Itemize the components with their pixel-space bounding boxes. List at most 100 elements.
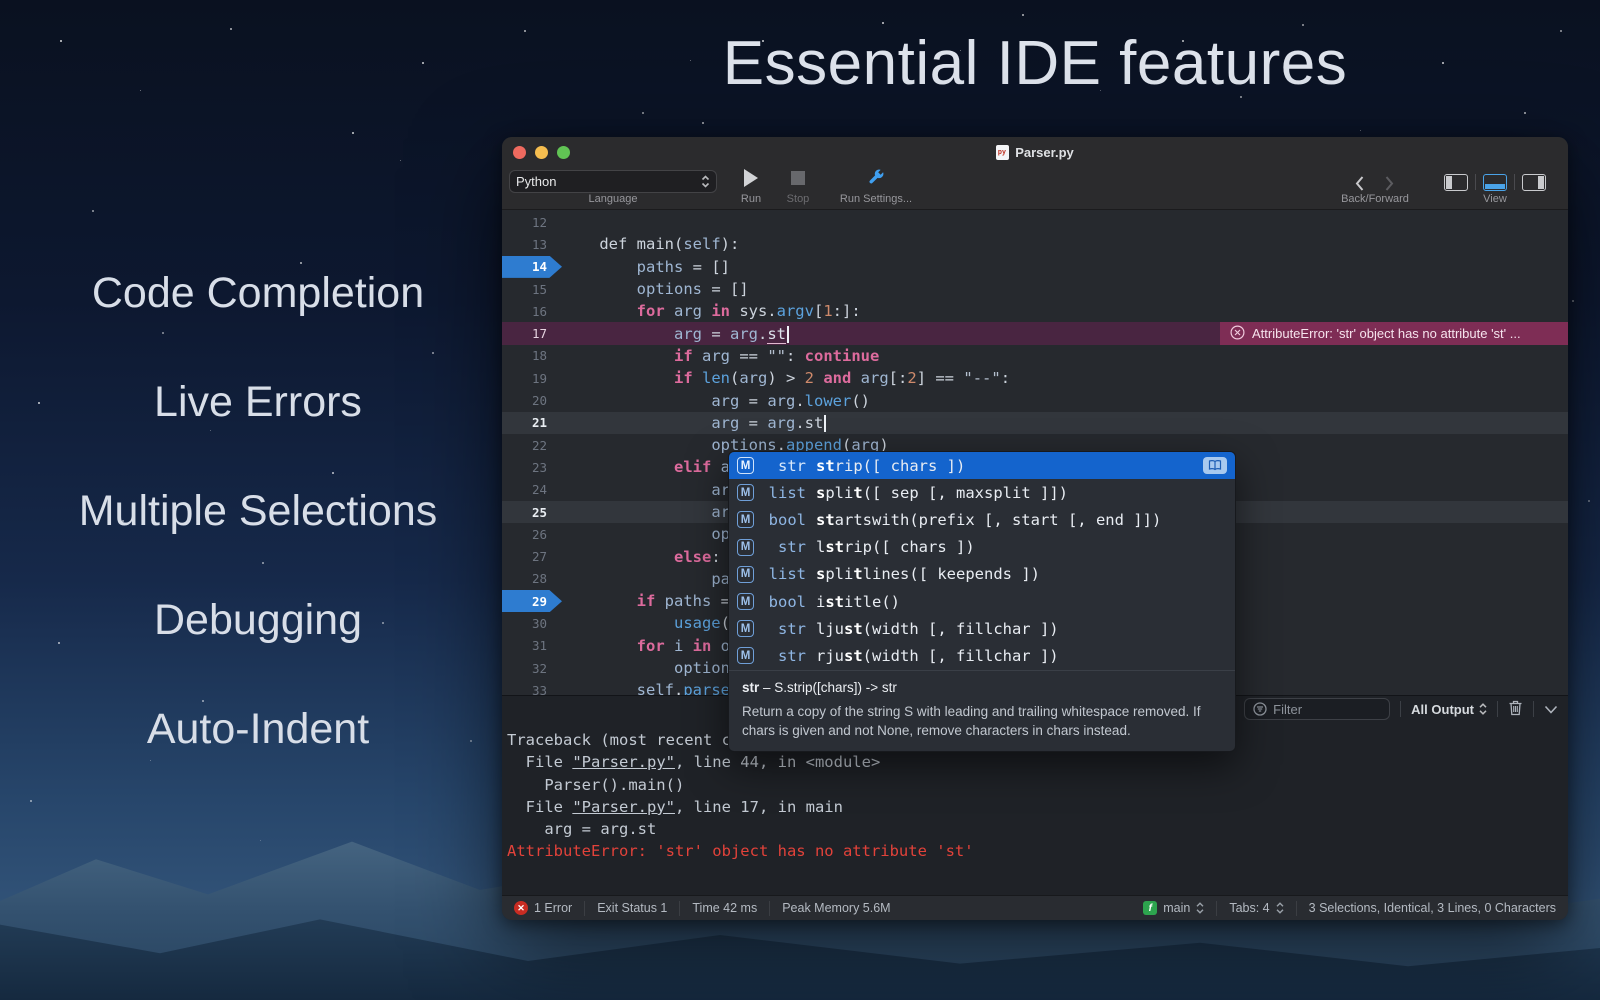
return-type: str	[760, 457, 806, 475]
line-number[interactable]: 23	[502, 456, 562, 478]
autocomplete-item[interactable]: Mstrlstrip([ chars ])	[729, 534, 1235, 561]
line-number[interactable]: 31	[502, 635, 562, 657]
branch-icon: f	[1143, 901, 1157, 915]
trash-icon	[1508, 700, 1523, 716]
console-filter-input[interactable]: Filter	[1244, 698, 1390, 720]
method-signature: istitle()	[816, 593, 900, 611]
line-number[interactable]: 24	[502, 479, 562, 501]
view-right-panel-button[interactable]	[1515, 174, 1553, 191]
code-text: self.parse()	[562, 681, 749, 695]
chevron-right-icon	[1384, 175, 1395, 192]
git-branch-select[interactable]: f main	[1131, 896, 1216, 920]
view-left-panel-button[interactable]	[1437, 174, 1475, 191]
language-select[interactable]: Python	[509, 170, 717, 193]
error-annotation[interactable]: AttributeError: 'str' object has no attr…	[1220, 322, 1568, 344]
method-signature: strip([ chars ])	[816, 457, 965, 475]
code-line[interactable]: 12	[502, 211, 1568, 233]
stop-button[interactable]	[778, 169, 818, 188]
tabs-setting-select[interactable]: Tabs: 4	[1217, 896, 1295, 920]
text-cursor	[824, 415, 826, 432]
documentation-book-icon[interactable]	[1203, 457, 1227, 474]
autocomplete-item[interactable]: Mstr strip([ chars ])	[729, 452, 1235, 479]
output-filter-select[interactable]: All Output	[1411, 702, 1487, 717]
feature-item: Code Completion	[92, 272, 424, 315]
autocomplete-popup: Mstr strip([ chars ]) Mlistsplit([ sep [, …	[728, 451, 1236, 752]
left-panel-icon	[1444, 174, 1468, 191]
line-number[interactable]: 19	[502, 367, 562, 389]
stars-decoration-dim	[0, 0, 1, 1]
collapse-console-button[interactable]	[1544, 702, 1558, 717]
status-right-items: f main Tabs: 4 3 Selections, Identical, …	[1131, 896, 1568, 920]
autocomplete-item[interactable]: Mstrrjust(width [, fillchar ])	[729, 642, 1235, 669]
language-label: Language	[509, 193, 717, 205]
line-number[interactable]: 16	[502, 300, 562, 322]
status-left-items: Exit Status 1Time 42 msPeak Memory 5.6M	[585, 896, 902, 920]
code-text: else:	[562, 548, 721, 566]
line-number[interactable]: 12	[502, 211, 562, 233]
code-line[interactable]: 15 options = []	[502, 278, 1568, 300]
line-number[interactable]: 26	[502, 523, 562, 545]
code-line[interactable]: 21 arg = arg.st	[502, 412, 1568, 434]
code-line[interactable]: 14 paths = []	[502, 256, 1568, 278]
autocomplete-item[interactable]: Mstr ljust(width [, fillchar ])	[729, 615, 1235, 642]
line-number[interactable]: 17	[502, 322, 562, 344]
return-type: str	[760, 620, 806, 638]
line-number[interactable]: 32	[502, 657, 562, 679]
autocomplete-item[interactable]: Mboolistitle()	[729, 588, 1235, 615]
line-number[interactable]: 28	[502, 568, 562, 590]
play-icon	[744, 169, 758, 187]
feature-item: Auto-Indent	[147, 708, 369, 751]
line-number[interactable]: 20	[502, 389, 562, 411]
line-number[interactable]: 27	[502, 545, 562, 567]
code-line[interactable]: 20 arg = arg.lower()	[502, 389, 1568, 411]
code-line[interactable]: 13 def main(self):	[502, 233, 1568, 255]
run-settings-button[interactable]	[830, 169, 922, 189]
line-number[interactable]: 29	[502, 590, 562, 612]
method-badge-icon: M	[737, 457, 754, 474]
code-text: def main(self):	[562, 235, 739, 253]
feature-item: Debugging	[154, 599, 362, 642]
code-text: arg = arg.st	[562, 325, 789, 343]
code-line[interactable]: 17 arg = arg.st AttributeError: 'str' obj…	[502, 322, 1568, 344]
file-link[interactable]: "Parser.py"	[572, 798, 675, 816]
method-badge-icon: M	[737, 566, 754, 583]
wrench-icon	[868, 169, 885, 186]
line-number[interactable]: 22	[502, 434, 562, 456]
console-line: File "Parser.py", line 17, in main	[507, 796, 1568, 818]
line-number[interactable]: 33	[502, 679, 562, 695]
error-count[interactable]: ✕ 1 Error	[502, 896, 584, 920]
code-line[interactable]: 18 if arg == "": continue	[502, 345, 1568, 367]
autocomplete-doc-panel: str – S.strip([chars]) -> str Return a c…	[729, 670, 1235, 751]
method-signature: ljust(width [, fillchar ])	[816, 620, 1059, 638]
autocomplete-item[interactable]: Mlistsplitlines([ keepends ])	[729, 561, 1235, 588]
file-link[interactable]: "Parser.py"	[572, 753, 675, 771]
window-title: py Parser.py	[502, 145, 1568, 160]
status-item: Peak Memory 5.6M	[770, 896, 902, 920]
line-number[interactable]: 14	[502, 256, 562, 278]
method-badge-icon: M	[737, 647, 754, 664]
method-badge-icon: M	[737, 620, 754, 637]
code-text: arg = arg.st	[562, 414, 826, 432]
console-line: File "Parser.py", line 44, in <module>	[507, 751, 1568, 773]
python-file-icon: py	[996, 145, 1009, 160]
line-number[interactable]: 25	[502, 501, 562, 523]
autocomplete-item[interactable]: Mlistsplit([ sep [, maxsplit ]])	[729, 479, 1235, 506]
code-text: paths = []	[562, 258, 730, 276]
status-item: Time 42 ms	[680, 896, 769, 920]
code-text: usage()	[562, 614, 739, 632]
code-line[interactable]: 19 if len(arg) > 2 and arg[:2] == "--":	[502, 367, 1568, 389]
code-line[interactable]: 16 for arg in sys.argv[1:]:	[502, 300, 1568, 322]
clear-console-button[interactable]	[1508, 700, 1523, 719]
view-bottom-panel-button[interactable]	[1476, 174, 1514, 191]
view-segmented-control	[1437, 170, 1553, 194]
autocomplete-item[interactable]: Mboolstartswith(prefix [, start [, end ]…	[729, 506, 1235, 533]
line-number[interactable]: 30	[502, 612, 562, 634]
line-number[interactable]: 15	[502, 278, 562, 300]
line-number[interactable]: 21	[502, 412, 562, 434]
right-panel-icon	[1522, 174, 1546, 191]
code-text: for arg in sys.argv[1:]:	[562, 302, 861, 320]
run-button[interactable]	[731, 169, 771, 190]
line-number[interactable]: 18	[502, 345, 562, 367]
console-line: AttributeError: 'str' object has no attr…	[507, 840, 1568, 862]
line-number[interactable]: 13	[502, 233, 562, 255]
